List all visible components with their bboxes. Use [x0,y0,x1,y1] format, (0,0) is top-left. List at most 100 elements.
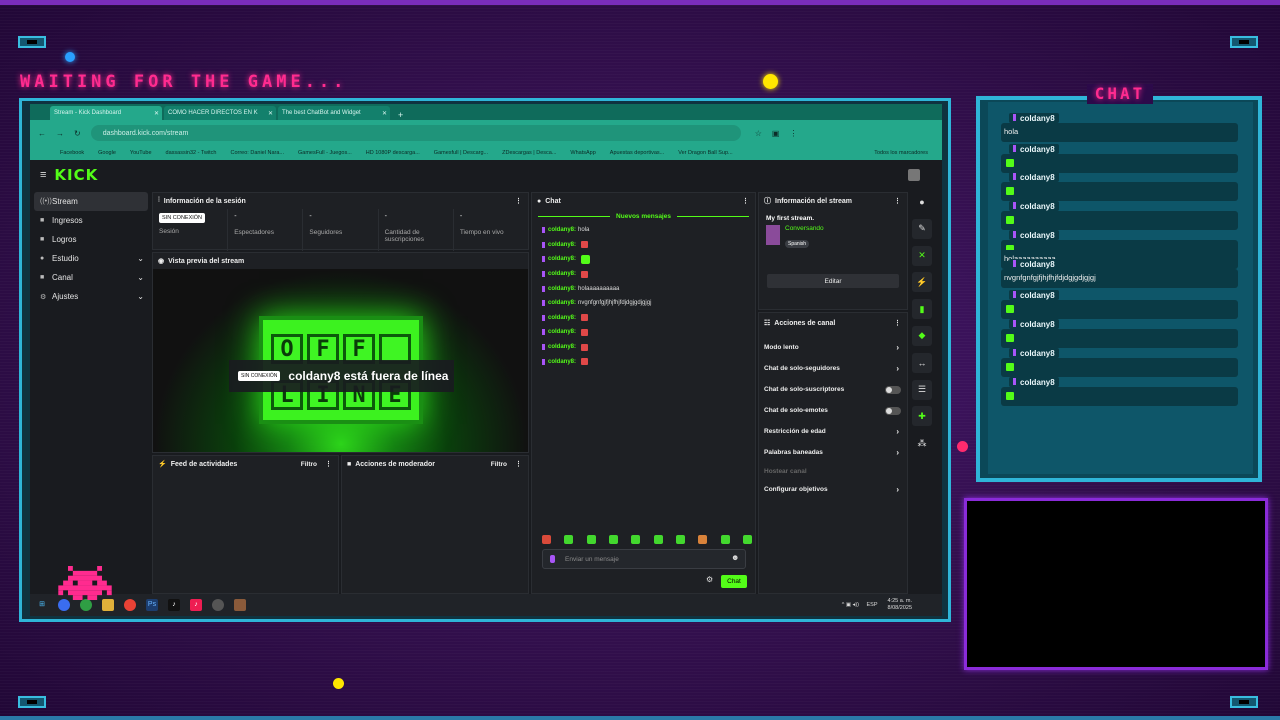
url-input[interactable]: dashboard.kick.com/stream [90,125,741,141]
broadcast-icon[interactable]: ↔ [912,352,932,373]
hamburger-icon[interactable]: ≡ [40,169,46,181]
tray-icons[interactable]: ^ ▣ ◂)) [842,602,861,608]
emote-icon[interactable] [742,535,752,544]
channel-action-item[interactable]: Chat de solo-emotes [759,400,907,421]
sidebar-item-ajustes[interactable]: ⚙ Ajustes ⌄ [34,287,148,306]
sidebar-item-canal[interactable]: ■ Canal ⌄ [34,268,148,287]
chat-username[interactable]: coldany8: [548,271,576,277]
search-icon[interactable] [58,599,70,611]
bookmark-item[interactable]: Ver Dragon Ball Sup... [678,150,732,156]
bookmark-item[interactable]: Facebook [60,150,84,156]
browser-tab[interactable]: The best ChatBot and Widget ✕ [278,106,390,120]
bookmark-item[interactable]: GamesFull - Juegos... [298,150,352,156]
menu-icon[interactable]: ⋮ [742,197,749,205]
chat-username[interactable]: coldany8: [548,329,576,335]
channel-action-item[interactable]: Palabras baneadas › [759,442,907,463]
menu-icon[interactable]: ⋮ [515,460,522,468]
reload-icon[interactable]: ↻ [74,129,81,138]
close-icon[interactable]: ✕ [268,110,273,117]
people-icon[interactable]: ⁂ [912,433,932,453]
menu-icon[interactable]: ⋮ [789,129,797,138]
sidebar-item-stream[interactable]: ((•)) Stream [34,192,148,211]
chat-username[interactable]: coldany8: [548,242,576,248]
edit-button[interactable]: Editar [767,274,899,288]
extensions-icon[interactable]: ▣ [772,129,780,138]
menu-icon[interactable]: ⋮ [325,460,332,468]
channel-action-item[interactable]: Restricción de edad › [759,421,907,442]
obs-icon[interactable] [212,599,224,611]
chrome-icon[interactable] [124,599,136,611]
bookmark-item[interactable]: Gamesfull | Descarg... [434,150,488,156]
browser-tab[interactable]: COMO HACER DIRECTOS EN K ✕ [164,106,276,120]
bookmark-item[interactable]: YouTube [130,150,152,156]
emote-icon[interactable] [675,535,685,544]
bookmark-item[interactable]: ZDescargas | Desca... [502,150,556,156]
chat-username[interactable]: coldany8: [548,256,576,262]
filter-button[interactable]: Filtro [301,461,317,468]
clock[interactable]: 4:25 a. m. 8/08/2025 [888,598,912,612]
emoji-icon[interactable]: ☻ [731,553,739,562]
menu-icon[interactable]: ⋮ [894,197,901,205]
bookmark-item[interactable]: Google [98,150,116,156]
emote-icon[interactable] [586,535,596,544]
new-tab-icon[interactable]: + [398,110,403,120]
menu-icon[interactable]: ⋮ [894,319,901,327]
sidebar-item-estudio[interactable]: ● Estudio ⌄ [34,249,148,268]
channel-action-item[interactable]: Chat de solo-seguidores › [759,358,907,379]
chat-username[interactable]: coldany8: [548,286,576,292]
tiktok-icon[interactable]: ♪ [168,599,180,611]
emote-icon[interactable] [631,535,641,544]
all-bookmarks[interactable]: Todos los marcadores [874,150,928,156]
close-icon[interactable]: ✕ [154,110,159,117]
tiktok-live-icon[interactable]: ♪ [190,599,202,611]
windows-icon[interactable]: ⊞ [36,599,48,611]
emote-icon[interactable] [608,535,618,544]
note-icon[interactable]: ▮ [912,299,932,320]
toggle-switch[interactable] [885,385,901,394]
send-chat-button[interactable]: Chat [721,575,747,588]
toggle-switch[interactable] [885,406,901,415]
kick-logo[interactable]: KICK [54,166,98,184]
channel-action-item[interactable]: Chat de solo-suscriptores [759,379,907,400]
bolt-icon[interactable]: ⚡ [912,272,932,293]
info-icon[interactable]: ● [912,192,932,212]
chat-username[interactable]: coldany8: [548,359,576,365]
game-icon[interactable] [234,599,246,611]
bookmark-item[interactable]: WhatsApp [570,150,595,156]
language-indicator[interactable]: ESP [867,602,878,608]
emote-icon[interactable] [698,535,708,544]
emote-icon[interactable] [542,535,551,544]
bookmark-item[interactable]: Correo: Daniel Nara... [230,150,284,156]
photoshop-icon[interactable]: Ps [146,599,158,611]
chat-username[interactable]: coldany8: [548,344,576,350]
bookmark-item[interactable]: HD 1080P descarga... [366,150,420,156]
sidebar-item-ingresos[interactable]: ■ Ingresos [34,211,148,230]
chat-username[interactable]: coldany8: [548,300,576,306]
category-name[interactable]: Conversando [785,225,824,232]
wrench-icon[interactable]: ✚ [912,406,932,427]
forward-icon[interactable]: → [56,129,64,138]
bookmark-item[interactable]: dassassin32 - Twitch [166,150,217,156]
star-icon[interactable]: ☆ [755,129,762,138]
emote-icon[interactable] [564,535,574,544]
pencil-icon[interactable]: ✎ [912,218,932,239]
gear-icon[interactable]: ⚙ [706,575,713,584]
emote-icon[interactable] [720,535,730,544]
emote-icon[interactable] [653,535,663,544]
close-icon[interactable]: ✕ [382,110,387,117]
crossed-icon[interactable]: ✕ [912,245,932,266]
chat-message-input[interactable]: Enviar un mensaje [542,549,746,569]
browser-tab[interactable]: Stream - Kick Dashboard ✕ [50,106,162,120]
back-icon[interactable]: ← [38,129,46,138]
channel-action-item[interactable]: Configurar objetivos › [759,479,907,500]
filter-button[interactable]: Filtro [491,461,507,468]
chat-username[interactable]: coldany8: [548,315,576,321]
bookmark-item[interactable]: Apuestas deportivas... [610,150,664,156]
chat-username[interactable]: coldany8: [548,227,576,233]
folder-icon[interactable] [102,599,114,611]
avatar[interactable] [908,169,920,181]
menu-icon[interactable]: ⋮ [515,197,522,205]
edge-icon[interactable] [80,599,92,611]
sidebar-item-logros[interactable]: ■ Logros [34,230,148,249]
stack-icon[interactable]: ☰ [912,379,932,400]
